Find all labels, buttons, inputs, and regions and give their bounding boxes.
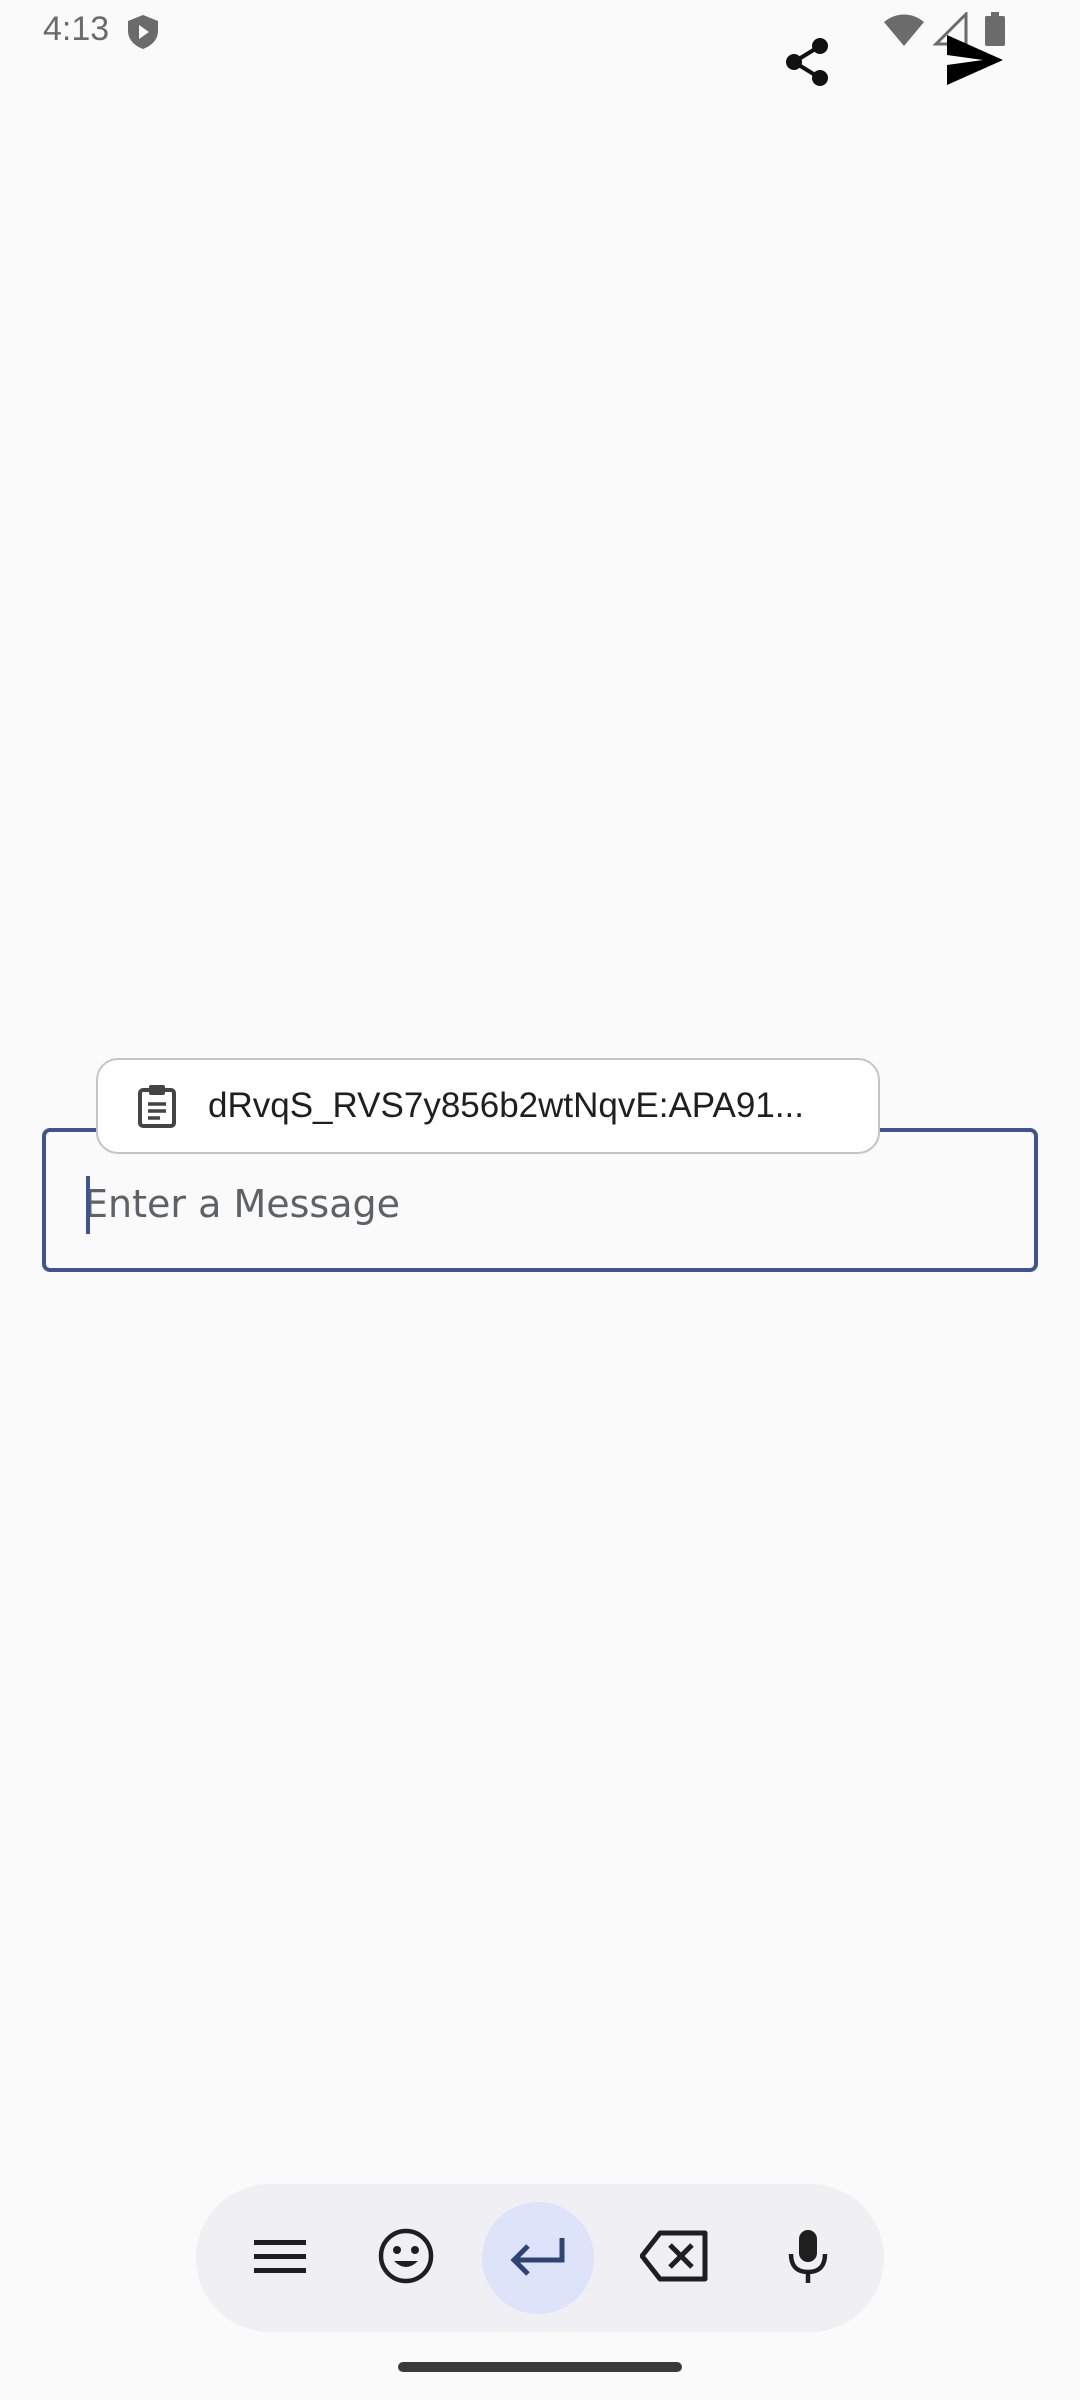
clipboard-suggestion-chip[interactable]: dRvqS_RVS7y856b2wtNqvE:APA91... <box>96 1058 880 1154</box>
microphone-button[interactable] <box>752 2202 864 2314</box>
share-button[interactable] <box>776 32 840 96</box>
menu-button[interactable] <box>224 2202 336 2314</box>
screen: 4:13 dRvqS_RVS7y856b2wtNqvE:APA91... Ent… <box>0 0 1080 2400</box>
emoji-icon <box>377 2227 435 2290</box>
menu-icon <box>254 2236 306 2281</box>
clipboard-icon <box>136 1084 178 1128</box>
enter-button[interactable] <box>482 2202 594 2314</box>
wifi-icon <box>884 14 924 46</box>
keyboard-toolbar <box>196 2184 884 2332</box>
emoji-button[interactable] <box>350 2202 462 2314</box>
text-cursor <box>86 1176 90 1234</box>
send-button[interactable] <box>940 30 1010 94</box>
message-input[interactable] <box>84 1176 984 1232</box>
send-icon <box>945 33 1005 92</box>
navigation-gesture-bar[interactable] <box>398 2362 682 2372</box>
status-time: 4:13 <box>43 10 110 48</box>
mic-icon <box>788 2228 828 2289</box>
backspace-icon <box>639 2230 708 2287</box>
enter-icon <box>508 2234 568 2283</box>
backspace-button[interactable] <box>618 2202 730 2314</box>
share-icon <box>780 34 836 95</box>
clipboard-suggestion-text: dRvqS_RVS7y856b2wtNqvE:APA91... <box>208 1086 804 1125</box>
status-bar: 4:13 <box>0 0 1080 64</box>
shield-icon <box>126 14 160 50</box>
